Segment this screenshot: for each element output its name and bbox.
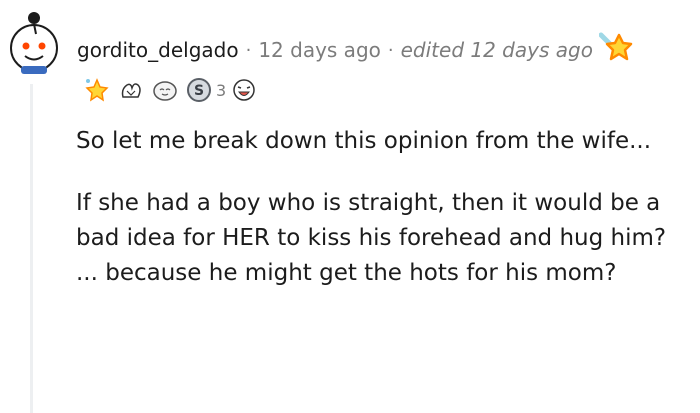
username-link[interactable]: gordito_delgado — [77, 38, 239, 62]
svg-text:S: S — [194, 83, 204, 99]
star-icon[interactable] — [598, 29, 633, 63]
comment-body: So let me break down this opinion from t… — [76, 124, 686, 318]
ghost-face-icon[interactable] — [152, 77, 178, 103]
awards-row: S 3 — [84, 75, 265, 105]
award-count: 3 — [216, 80, 227, 100]
comment-header: gordito_delgado · 12 days ago · edited 1… — [77, 32, 633, 64]
snoo-avatar[interactable] — [6, 6, 62, 76]
post-time[interactable]: 12 days ago — [258, 38, 381, 62]
comment-paragraph: If she had a boy who is straight, then i… — [76, 190, 667, 286]
wholesome-hands-icon[interactable] — [118, 77, 144, 103]
comment-paragraph: So let me break down this opinion from t… — [76, 128, 652, 154]
thread-line[interactable] — [30, 84, 33, 413]
edited-label: edited 12 days ago — [400, 38, 593, 62]
separator-dot: · — [245, 39, 252, 61]
silver-coin-icon[interactable]: S — [186, 77, 212, 103]
sparkle-star-icon[interactable] — [84, 77, 110, 103]
separator-dot: · — [387, 39, 394, 61]
laughing-face-icon[interactable] — [231, 77, 257, 103]
